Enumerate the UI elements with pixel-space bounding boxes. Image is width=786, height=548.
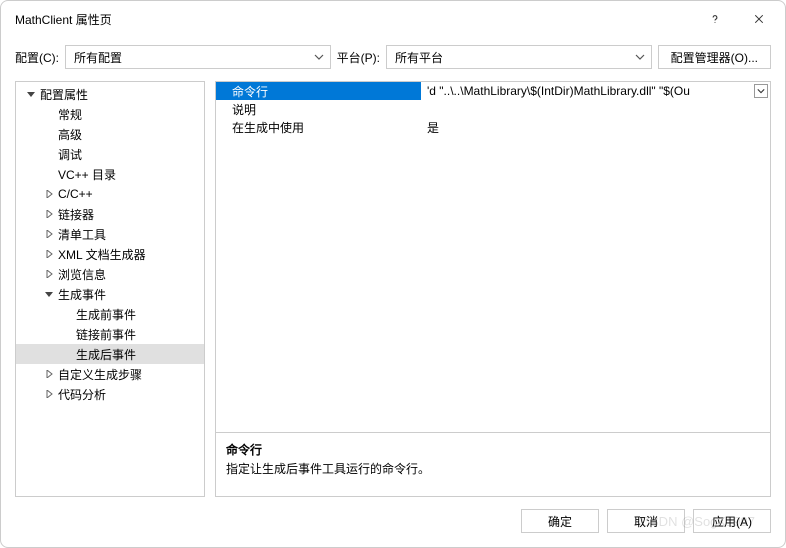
tree-item-label: 自定义生成步骤 [58, 366, 142, 383]
chevron-down-icon[interactable] [42, 287, 56, 301]
tree-item-label: 调试 [58, 146, 82, 163]
property-row[interactable]: 在生成中使用是 [216, 118, 770, 136]
tree-item[interactable]: 高级 [16, 124, 204, 144]
tree-item-label: 生成后事件 [76, 346, 136, 363]
config-manager-button[interactable]: 配置管理器(O)... [658, 45, 771, 69]
platform-value: 所有平台 [395, 49, 443, 66]
tree-item-label: C/C++ [58, 187, 93, 201]
tree-item-label: 代码分析 [58, 386, 106, 403]
property-row[interactable]: 说明 [216, 100, 770, 118]
tree-item[interactable]: 生成事件 [16, 284, 204, 304]
help-icon[interactable] [693, 3, 737, 35]
property-value[interactable]: 是 [421, 118, 770, 136]
tree-item-label: 链接器 [58, 206, 94, 223]
description-text: 指定让生成后事件工具运行的命令行。 [226, 460, 760, 477]
tree-item[interactable]: 链接前事件 [16, 324, 204, 344]
nav-tree[interactable]: 配置属性常规高级调试 VC++ 目录 C/C++ 链接器清单工具 XML 文档生成器浏览… [15, 81, 205, 497]
chevron-down-icon[interactable] [24, 87, 38, 101]
cancel-button[interactable]: 取消 [607, 509, 685, 533]
tree-item-label: 生成事件 [58, 286, 106, 303]
tree-item-label: 配置属性 [40, 86, 88, 103]
tree-item[interactable]: 配置属性 [16, 84, 204, 104]
config-value: 所有配置 [74, 49, 122, 66]
config-label: 配置(C): [15, 49, 59, 66]
chevron-right-icon[interactable] [42, 247, 56, 261]
description-title: 命令行 [226, 441, 760, 458]
tree-item[interactable]: C/C++ [16, 184, 204, 204]
tree-item-label: 高级 [58, 126, 82, 143]
tree-item-label: 清单工具 [58, 226, 106, 243]
chevron-right-icon[interactable] [42, 367, 56, 381]
tree-item[interactable]: VC++ 目录 [16, 164, 204, 184]
chevron-right-icon[interactable] [42, 267, 56, 281]
property-name: 在生成中使用 [216, 118, 421, 136]
tree-item[interactable]: 清单工具 [16, 224, 204, 244]
chevron-down-icon[interactable] [754, 84, 768, 98]
tree-item-label: 生成前事件 [76, 306, 136, 323]
property-row[interactable]: 命令行'd "..\..\MathLibrary\$(IntDir)MathLi… [216, 82, 770, 100]
property-grid[interactable]: 命令行'd "..\..\MathLibrary\$(IntDir)MathLi… [216, 82, 770, 432]
property-name: 命令行 [216, 82, 421, 100]
tree-item-label: 链接前事件 [76, 326, 136, 343]
tree-item[interactable]: 生成前事件 [16, 304, 204, 324]
property-name: 说明 [216, 100, 421, 118]
description-panel: 命令行 指定让生成后事件工具运行的命令行。 [216, 432, 770, 496]
chevron-down-icon [314, 52, 324, 62]
tree-item[interactable]: XML 文档生成器 [16, 244, 204, 264]
window-title: MathClient 属性页 [15, 11, 693, 28]
chevron-right-icon[interactable] [42, 187, 56, 201]
tree-item[interactable]: 代码分析 [16, 384, 204, 404]
apply-button[interactable]: 应用(A) [693, 509, 771, 533]
platform-dropdown[interactable]: 所有平台 [386, 45, 652, 69]
tree-item[interactable]: 调试 [16, 144, 204, 164]
chevron-right-icon[interactable] [42, 207, 56, 221]
tree-item-label: XML 文档生成器 [58, 246, 146, 263]
close-icon[interactable] [737, 3, 781, 35]
config-dropdown[interactable]: 所有配置 [65, 45, 331, 69]
chevron-right-icon[interactable] [42, 227, 56, 241]
property-value[interactable]: 'd "..\..\MathLibrary\$(IntDir)MathLibra… [421, 82, 770, 100]
tree-item-label: 常规 [58, 106, 82, 123]
tree-item[interactable]: 常规 [16, 104, 204, 124]
tree-item[interactable]: 浏览信息 [16, 264, 204, 284]
platform-label: 平台(P): [337, 49, 380, 66]
chevron-right-icon[interactable] [42, 387, 56, 401]
tree-item-label: 浏览信息 [58, 266, 106, 283]
tree-item[interactable]: 链接器 [16, 204, 204, 224]
tree-item[interactable]: 生成后事件 [16, 344, 204, 364]
ok-button[interactable]: 确定 [521, 509, 599, 533]
chevron-down-icon [635, 52, 645, 62]
tree-item-label: VC++ 目录 [58, 166, 116, 183]
tree-item[interactable]: 自定义生成步骤 [16, 364, 204, 384]
property-value[interactable] [421, 100, 770, 118]
